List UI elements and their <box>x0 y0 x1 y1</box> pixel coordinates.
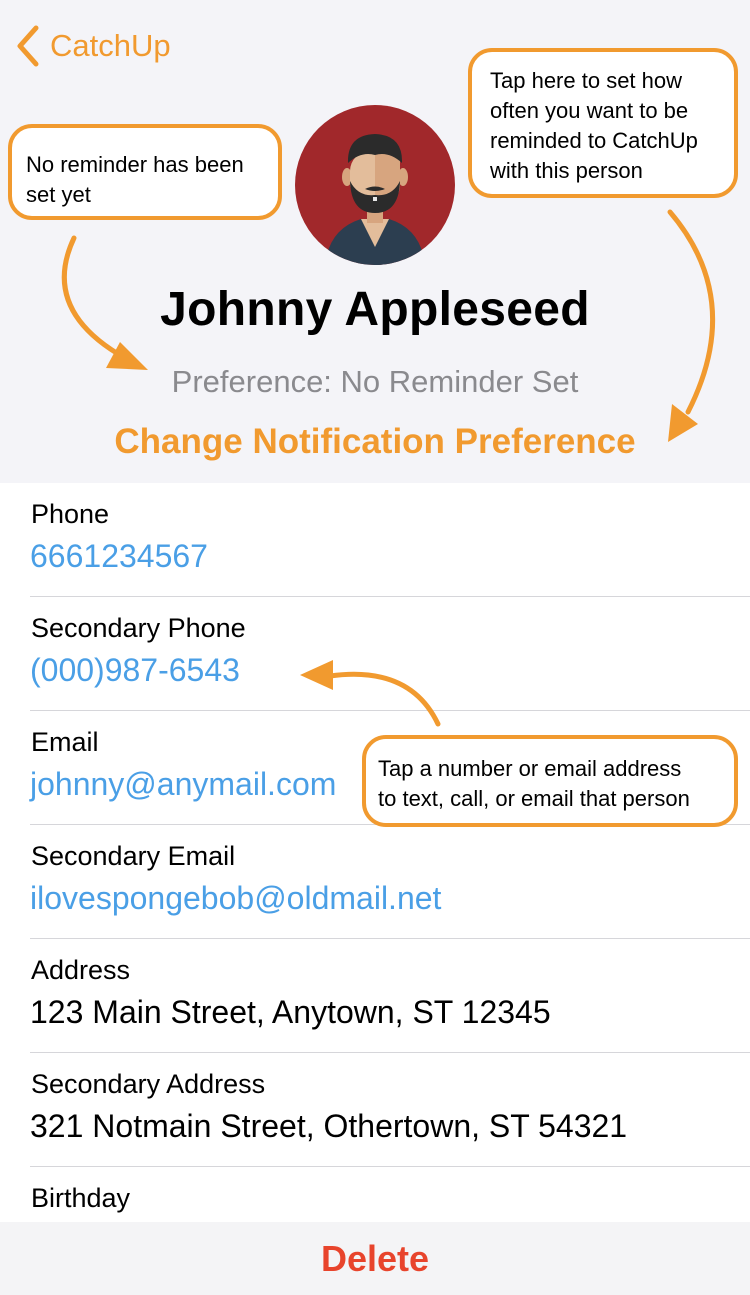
callout-text-line: reminded to CatchUp <box>490 128 698 153</box>
field-row-address: Address 123 Main Street, Anytown, ST 123… <box>30 939 750 1053</box>
field-row-phone: Phone 6661234567 <box>30 483 750 597</box>
callout-text-line: Tap here to set how <box>490 68 683 93</box>
callout-text-line: to text, call, or email that person <box>378 786 690 811</box>
address-value: 123 Main Street, Anytown, ST 12345 <box>30 994 551 1030</box>
avatar <box>295 105 455 265</box>
callout-text-line: with this person <box>490 158 643 183</box>
secondary-address-value: 321 Notmain Street, Othertown, ST 54321 <box>30 1108 628 1144</box>
field-row-secondary-email: Secondary Email ilovespongebob@oldmail.n… <box>30 825 750 939</box>
field-row-secondary-phone: Secondary Phone (000)987-6543 <box>30 597 750 711</box>
field-label: Secondary Phone <box>31 613 246 643</box>
back-button[interactable]: CatchUp <box>14 22 171 70</box>
secondary-email-link[interactable]: ilovespongebob@oldmail.net <box>30 880 441 917</box>
field-row-secondary-address: Secondary Address 321 Notmain Street, Ot… <box>30 1053 750 1167</box>
callout-text-line: No reminder has been <box>26 152 244 177</box>
email-link[interactable]: johnny@anymail.com <box>30 766 336 803</box>
chevron-left-icon <box>14 24 40 68</box>
reminder-preference-text: Preference: No Reminder Set <box>171 364 579 399</box>
delete-button[interactable]: Delete <box>321 1238 429 1280</box>
field-label: Phone <box>31 499 110 529</box>
field-label: Secondary Address <box>31 1069 266 1099</box>
callout-text-line: often you want to be <box>490 98 689 123</box>
callout-no-reminder: No reminder has been set yet <box>8 124 282 220</box>
callout-text-line: set yet <box>26 182 91 207</box>
field-label: Email <box>31 727 99 757</box>
callout-tap-contact: Tap a number or email address to text, c… <box>362 735 738 827</box>
contact-name: Johnny Appleseed <box>160 283 590 336</box>
callout-text-line: Tap a number or email address <box>378 756 682 781</box>
phone-link[interactable]: 6661234567 <box>30 538 208 575</box>
back-button-label: CatchUp <box>50 28 171 63</box>
callout-tap-preference: Tap here to set how often you want to be… <box>468 48 738 198</box>
bottom-toolbar: Delete <box>0 1222 750 1295</box>
field-label: Secondary Email <box>31 841 236 871</box>
change-notification-preference-button[interactable]: Change Notification Preference <box>0 422 750 462</box>
field-label: Birthday <box>31 1183 131 1213</box>
secondary-phone-link[interactable]: (000)987-6543 <box>30 652 240 689</box>
contact-details-list: Phone 6661234567 Secondary Phone (000)98… <box>0 483 750 1280</box>
field-label: Address <box>31 955 131 985</box>
